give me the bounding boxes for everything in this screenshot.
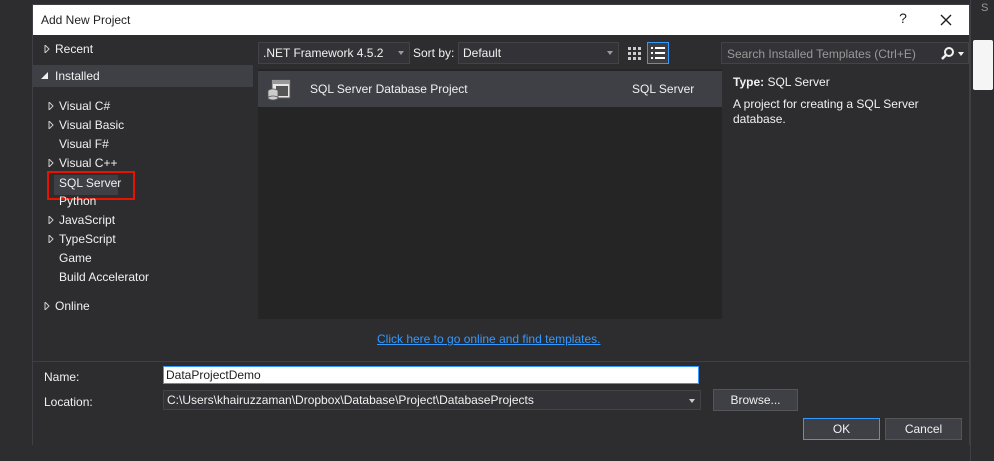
name-label: Name:	[44, 370, 80, 384]
location-value: C:\Users\khairuzzaman\Dropbox\Database\P…	[167, 393, 534, 407]
tree-item-label: Visual Basic	[59, 118, 125, 132]
expand-arrow-icon	[48, 159, 54, 167]
ide-scroll-strip	[973, 40, 993, 90]
chevron-down-icon	[607, 51, 613, 55]
find-templates-online-link[interactable]: Click here to go online and find templat…	[377, 332, 600, 346]
close-button[interactable]	[933, 8, 959, 32]
sort-dropdown[interactable]: Default	[458, 42, 619, 64]
template-list: SQL Server Database Project SQL Server	[258, 69, 722, 319]
tree-item-label: Installed	[55, 69, 100, 83]
tree-item-label: Build Accelerator	[59, 270, 150, 284]
template-description: A project for creating a SQL Server data…	[733, 97, 919, 126]
tree-item-sql-server[interactable]: SQL Server	[59, 174, 121, 192]
add-new-project-dialog: Add New Project ? Recent Installed Visua…	[32, 4, 970, 445]
type-value: SQL Server	[767, 75, 830, 89]
project-form: Name: Location: C:\Users\khairuzzaman\Dr…	[33, 361, 969, 445]
template-language: SQL Server	[632, 82, 695, 96]
dialog-title: Add New Project	[41, 13, 131, 27]
tree-item-label: TypeScript	[59, 232, 116, 246]
project-name-field[interactable]	[163, 366, 699, 384]
browse-button[interactable]: Browse...	[713, 389, 798, 411]
ok-button[interactable]: OK	[803, 418, 880, 440]
search-button[interactable]	[938, 46, 966, 62]
location-dropdown[interactable]: C:\Users\khairuzzaman\Dropbox\Database\P…	[163, 390, 701, 410]
template-name: SQL Server Database Project	[310, 82, 468, 96]
expand-arrow-icon	[48, 216, 54, 224]
close-icon	[940, 14, 952, 26]
tree-item-label: Online	[55, 299, 90, 313]
template-item[interactable]: SQL Server Database Project SQL Server	[258, 71, 722, 107]
expand-arrow-icon	[48, 235, 54, 243]
sort-by-label: Sort by:	[413, 46, 455, 60]
tree-item-build-accelerator[interactable]: Build Accelerator	[59, 268, 149, 286]
list-view-icon	[651, 47, 665, 59]
tree-item-label: Game	[59, 251, 92, 265]
framework-dropdown[interactable]: .NET Framework 4.5.2	[258, 42, 410, 64]
small-icons-view-button[interactable]	[623, 42, 645, 64]
collapse-arrow-icon	[41, 72, 48, 79]
grid-view-icon	[628, 47, 641, 60]
database-project-icon	[266, 77, 292, 103]
tree-item-label: Recent	[55, 42, 94, 56]
expand-arrow-icon	[44, 45, 50, 53]
expand-arrow-icon	[44, 302, 50, 310]
chevron-down-icon	[689, 399, 695, 403]
tree-item-visual-fsharp[interactable]: Visual F#	[59, 135, 109, 153]
template-type: Type: SQL Server	[733, 75, 953, 89]
tree-item-label: Visual C#	[59, 99, 111, 113]
tree-item-label: JavaScript	[59, 213, 116, 227]
template-category-tree: Recent Installed Visual C# Visual Basic …	[33, 35, 253, 355]
sort-value: Default	[463, 46, 502, 60]
chevron-down-icon	[398, 51, 404, 55]
search-placeholder: Search Installed Templates (Ctrl+E)	[727, 47, 916, 61]
tree-item-game[interactable]: Game	[59, 249, 92, 267]
ide-background-panel: S	[970, 0, 994, 461]
search-templates-input[interactable]: Search Installed Templates (Ctrl+E)	[721, 42, 969, 64]
tree-item-label: Visual F#	[59, 137, 109, 151]
cancel-button[interactable]: Cancel	[885, 418, 962, 440]
location-label: Location:	[44, 395, 93, 409]
list-view-button[interactable]	[647, 42, 669, 64]
type-label: Type:	[733, 75, 765, 89]
tree-item-label: Python	[59, 194, 97, 208]
tree-item-label: Visual C++	[59, 156, 118, 170]
expand-arrow-icon	[48, 102, 54, 110]
tree-item-label: SQL Server	[59, 176, 122, 190]
template-details: Type: SQL Server A project for creating …	[733, 75, 953, 127]
title-bar: Add New Project ?	[33, 5, 969, 35]
tree-item-python[interactable]: Python	[59, 192, 96, 210]
expand-arrow-icon	[48, 121, 54, 129]
help-button[interactable]: ?	[893, 10, 913, 30]
search-icon	[941, 47, 964, 60]
ide-tab-glyph: S	[981, 2, 989, 14]
framework-value: .NET Framework 4.5.2	[263, 46, 384, 60]
